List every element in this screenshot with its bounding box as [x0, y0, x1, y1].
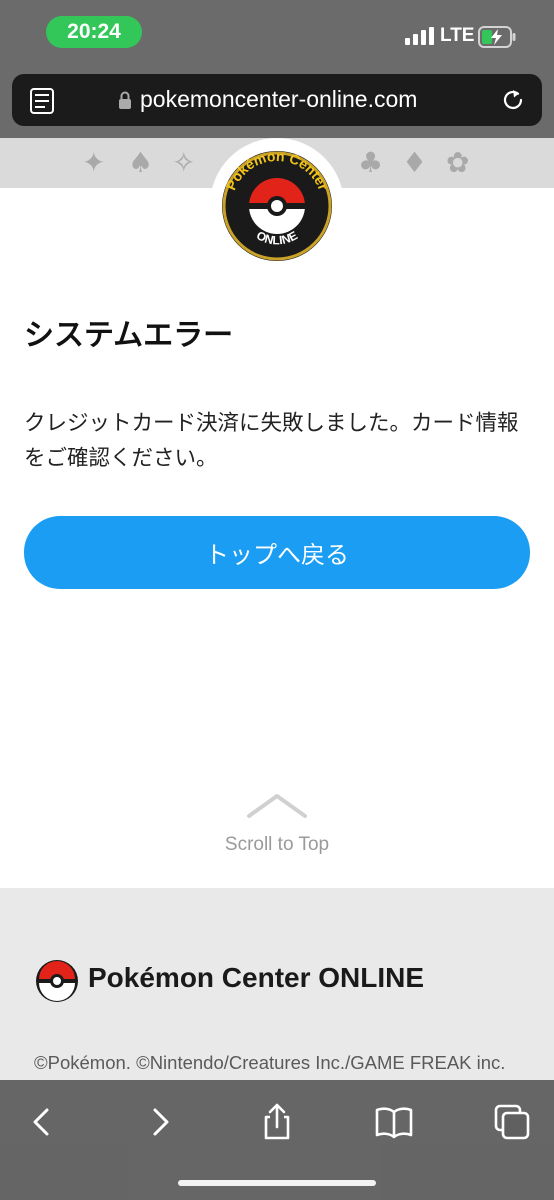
- pokemon-silhouette-icon: ♣: [358, 146, 384, 179]
- scroll-to-top-label: Scroll to Top: [224, 834, 330, 855]
- status-time: 20:24: [46, 16, 142, 48]
- copyright-text: ©Pokémon. ©Nintendo/Creatures Inc./GAME …: [34, 1052, 506, 1073]
- address-bar[interactable]: pokemoncenter-online.com: [12, 74, 542, 126]
- status-bar: 20:24 LTE: [0, 0, 554, 66]
- url-text[interactable]: pokemoncenter-online.com: [140, 86, 417, 113]
- pokemon-center-logo-icon: Pokémon Center ONLINE: [222, 149, 332, 261]
- bookmarks-icon[interactable]: [374, 1102, 414, 1142]
- lock-icon: [119, 91, 131, 109]
- page-title: システムエラー: [24, 318, 234, 353]
- browser-url-area: pokemoncenter-online.com: [0, 66, 554, 138]
- back-icon[interactable]: [22, 1102, 62, 1142]
- back-to-top-page-button[interactable]: トップへ戻る: [24, 516, 530, 589]
- site-logo[interactable]: Pokémon Center ONLINE: [210, 138, 344, 272]
- battery-icon: [478, 26, 516, 48]
- signal-icon: [405, 27, 435, 45]
- pokemon-silhouette-icon: ✦: [82, 146, 106, 179]
- footer-brand[interactable]: Pokémon Center ONLINE: [88, 962, 424, 994]
- chevron-up-icon: [247, 794, 307, 818]
- pokemon-silhouette-icon: ✧: [172, 146, 196, 179]
- reader-icon[interactable]: [30, 88, 54, 114]
- home-indicator: [178, 1180, 376, 1186]
- reload-icon[interactable]: [500, 87, 526, 113]
- pokemon-silhouette-icon: ✿: [446, 146, 470, 179]
- scroll-to-top-button[interactable]: Scroll to Top: [200, 790, 354, 862]
- share-icon[interactable]: [257, 1102, 297, 1142]
- tabs-icon[interactable]: [492, 1102, 532, 1142]
- pokeball-icon: [36, 960, 78, 1002]
- network-label: LTE: [440, 25, 475, 46]
- pokemon-silhouette-icon: ♦: [402, 146, 428, 179]
- error-message: クレジットカード決済に失敗しました。カード情報をご確認ください。: [24, 411, 519, 471]
- pokemon-silhouette-icon: ♠: [128, 146, 154, 179]
- forward-icon[interactable]: [140, 1102, 180, 1142]
